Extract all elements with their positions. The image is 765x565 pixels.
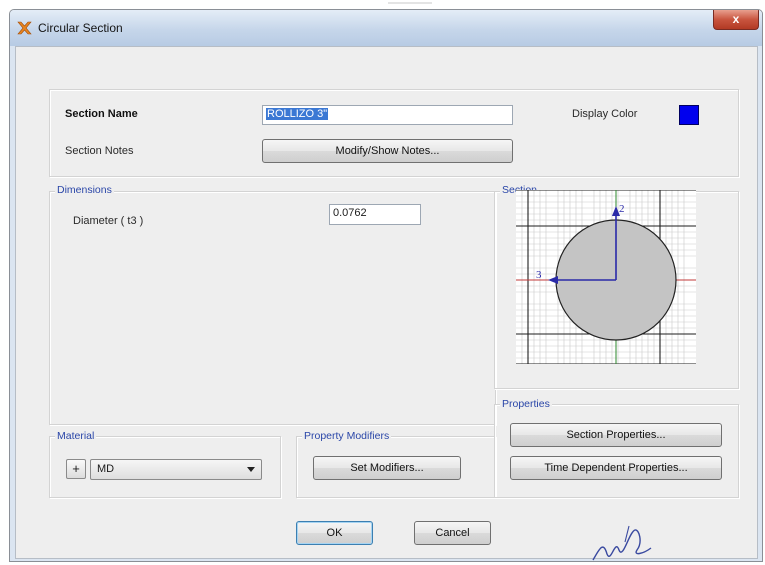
section-name-group bbox=[49, 89, 739, 177]
display-color-label: Display Color bbox=[572, 108, 638, 120]
axis-2-label: 2 bbox=[619, 203, 625, 215]
add-material-button[interactable]: + bbox=[66, 459, 86, 479]
modify-show-notes-button[interactable]: Modify/Show Notes... bbox=[262, 139, 513, 163]
close-icon: x bbox=[732, 12, 740, 26]
time-dependent-properties-button[interactable]: Time Dependent Properties... bbox=[510, 456, 722, 480]
section-notes-label: Section Notes bbox=[65, 145, 134, 157]
section-name-label: Section Name bbox=[65, 108, 138, 120]
cancel-button[interactable]: Cancel bbox=[414, 521, 491, 545]
set-modifiers-button[interactable]: Set Modifiers... bbox=[313, 456, 461, 480]
dimensions-group-label: Dimensions bbox=[55, 184, 114, 196]
section-preview: 2 3 bbox=[516, 190, 696, 364]
diameter-label: Diameter ( t3 ) bbox=[73, 215, 144, 227]
close-button[interactable]: x bbox=[713, 10, 759, 30]
section-name-input[interactable]: ROLLIZO 3" bbox=[262, 105, 513, 125]
axis-3-label: 3 bbox=[536, 269, 542, 281]
etabs-x-icon bbox=[17, 21, 32, 35]
property-modifiers-group-label: Property Modifiers bbox=[302, 430, 392, 442]
properties-group bbox=[494, 404, 739, 498]
properties-group-label: Properties bbox=[500, 398, 552, 410]
section-properties-button[interactable]: Section Properties... bbox=[510, 423, 722, 447]
window-title: Circular Section bbox=[38, 21, 123, 35]
material-selected-value: MD bbox=[97, 463, 115, 475]
section-name-value: ROLLIZO 3" bbox=[266, 108, 329, 120]
diameter-input[interactable]: 0.0762 bbox=[329, 204, 421, 225]
diameter-value: 0.0762 bbox=[333, 207, 367, 219]
title-bar: Circular Section x bbox=[10, 10, 762, 46]
handwritten-signature bbox=[592, 525, 652, 561]
plus-icon: + bbox=[72, 461, 80, 476]
display-color-swatch[interactable] bbox=[679, 105, 699, 125]
material-group-label: Material bbox=[55, 430, 97, 442]
ok-button[interactable]: OK bbox=[296, 521, 373, 545]
material-select[interactable]: MD bbox=[90, 459, 262, 480]
scan-mark bbox=[388, 2, 432, 4]
chevron-down-icon bbox=[247, 467, 255, 472]
